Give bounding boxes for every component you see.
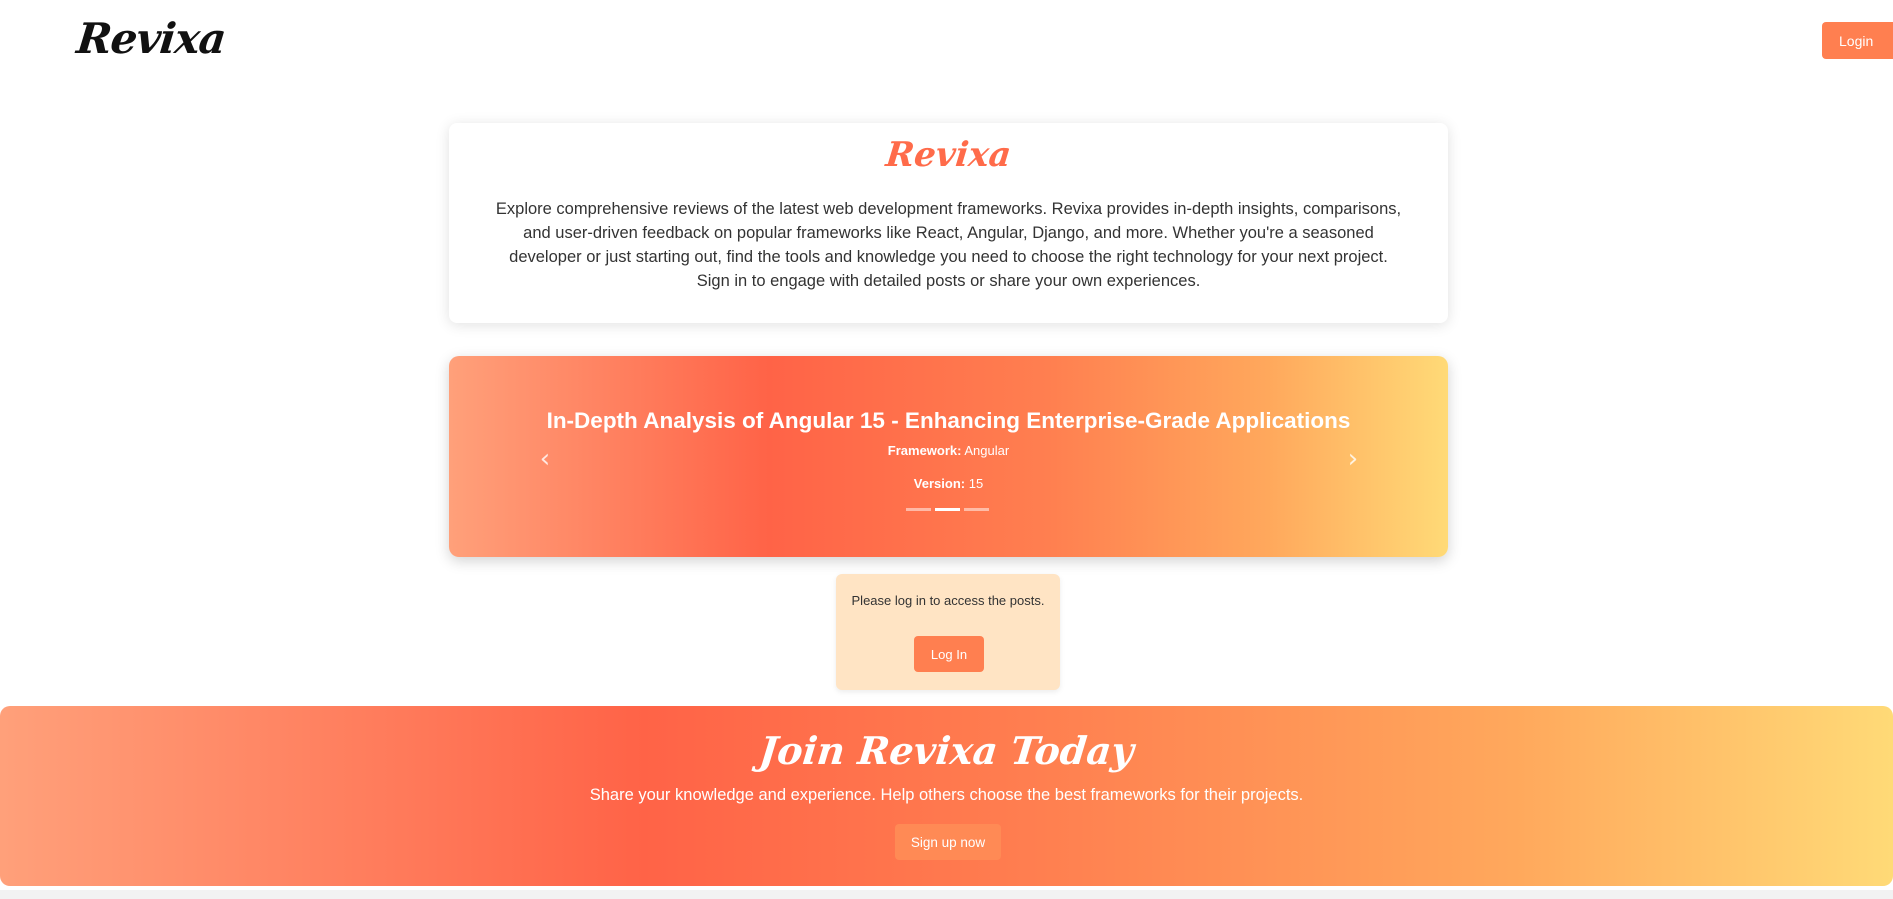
brand-logo[interactable]: Revixa (74, 14, 227, 63)
intro-title: Revixa (883, 135, 1014, 175)
framework-value: Angular (964, 443, 1010, 458)
top-navbar: Revixa Login (0, 0, 1893, 88)
join-cta-banner: Join Revixa Today Share your knowledge a… (0, 706, 1893, 886)
featured-carousel: In-Depth Analysis of Angular 15 - Enhanc… (449, 356, 1448, 557)
slide-version: Version: 15 (449, 476, 1448, 491)
version-label: Version: (913, 476, 966, 491)
sign-up-button[interactable]: Sign up now (895, 824, 1001, 860)
carousel-indicator-3[interactable] (964, 508, 989, 511)
carousel-indicator-1[interactable] (906, 508, 931, 511)
login-notice: Please log in to access the posts. Log I… (836, 574, 1060, 690)
notice-text: Please log in to access the posts. (851, 593, 1045, 608)
cta-title: Join Revixa Today (757, 728, 1136, 773)
slide-framework: Framework: Angular (449, 443, 1448, 458)
chevron-left-icon[interactable]: ‹ (535, 444, 555, 474)
intro-description: Explore comprehensive reviews of the lat… (495, 200, 1402, 290)
slide-title[interactable]: In-Depth Analysis of Angular 15 - Enhanc… (449, 408, 1448, 434)
chevron-right-icon[interactable]: › (1343, 444, 1363, 474)
version-value: 15 (968, 476, 984, 491)
carousel-indicators (906, 508, 996, 512)
framework-label: Framework: (887, 443, 962, 458)
page-bottom-edge (0, 890, 1893, 899)
log-in-button[interactable]: Log In (914, 636, 984, 672)
carousel-indicator-2[interactable] (935, 508, 960, 511)
login-button[interactable]: Login (1822, 22, 1893, 59)
cta-text: Share your knowledge and experience. Hel… (589, 786, 1304, 804)
intro-card: Revixa Explore comprehensive reviews of … (449, 123, 1448, 323)
